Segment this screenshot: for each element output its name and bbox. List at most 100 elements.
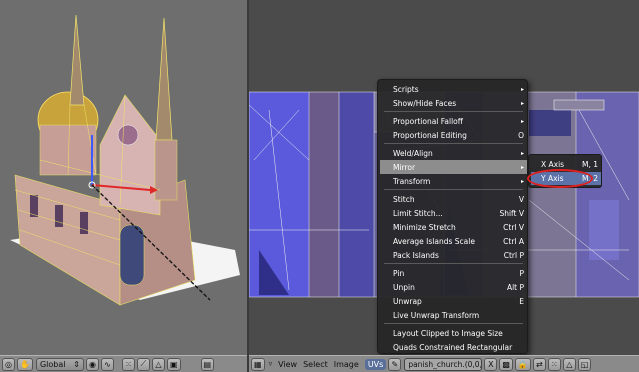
menu-item-unpin[interactable]: Unpin Alt P <box>380 280 527 294</box>
editor-type-button[interactable]: ▦ <box>251 357 265 371</box>
menu-item-label: Minimize Stretch <box>393 222 456 232</box>
edge-icon: ⟋ <box>140 359 147 368</box>
updown-icon: ⇕ <box>73 359 80 369</box>
menu-item-pin[interactable]: Pin P <box>380 266 527 280</box>
uv-editor-header: ▦ ▿ View Select Image UVs ✎ panish_churc… <box>249 355 639 372</box>
submenu-arrow-icon: ▸ <box>520 117 524 125</box>
menu-item-layout-clipped-to-image-size[interactable]: Layout Clipped to Image Size <box>380 326 527 340</box>
menu-item-minimize-stretch[interactable]: Minimize Stretch Ctrl V <box>380 220 527 234</box>
menu-item-live-unwrap-transform[interactable]: Live Unwrap Transform <box>380 308 527 322</box>
vertex-select-mode[interactable]: ⁙ <box>121 357 135 371</box>
image-editor-icon: ▦ <box>254 359 262 369</box>
menu-item-label: Proportional Editing <box>393 130 467 140</box>
close-icon: X <box>488 359 494 369</box>
lock-button[interactable]: 🔒 <box>514 357 531 371</box>
menu-item-label: Live Unwrap Transform <box>393 310 480 320</box>
menu-uvs[interactable]: UVs <box>364 358 387 370</box>
uv-island-mode[interactable]: ◱ <box>577 357 592 371</box>
menu-item-label: Pack Islands <box>393 250 439 260</box>
edge-select-mode[interactable]: ⟋ <box>136 357 150 371</box>
falloff-icon: ∿ <box>104 359 111 369</box>
left-spire <box>69 14 85 106</box>
collapse-arrow-icon[interactable]: ▿ <box>269 360 273 368</box>
menu-item-scripts[interactable]: Scripts ▸ <box>380 82 527 96</box>
menu-item-label: Weld/Align <box>393 148 433 158</box>
render-button[interactable]: ▤ <box>200 357 215 371</box>
circle-dot-icon: ◎ <box>5 359 12 369</box>
lock-icon: 🔒 <box>517 359 528 369</box>
menu-item-label: Layout Clipped to Image Size <box>393 328 503 338</box>
menu-item-proportional-editing[interactable]: Proportional Editing O <box>380 128 527 142</box>
menu-item-limit-stitch[interactable]: Limit Stitch... Shift V <box>380 206 527 220</box>
layer-button[interactable]: ◉ <box>85 357 99 371</box>
menu-item-label: Average Islands Scale <box>393 236 475 246</box>
proportional-edit-button[interactable]: ∿ <box>100 357 114 371</box>
menu-item-transform[interactable]: Transform ▸ <box>380 174 527 188</box>
menu-item-proportional-falloff[interactable]: Proportional Falloff ▸ <box>380 114 527 128</box>
menu-item-label: Proportional Falloff <box>393 116 463 126</box>
menu-item-show-hide-faces[interactable]: Show/Hide Faces ▸ <box>380 96 527 110</box>
package-icon: ▩ <box>502 359 510 369</box>
occlude-geometry-button[interactable]: ▣ <box>166 357 181 371</box>
church-gable <box>99 94 161 216</box>
menu-item-label: Mirror <box>393 162 416 172</box>
menu-image[interactable]: Image <box>334 360 359 369</box>
menu-item-label: Unpin <box>393 282 415 292</box>
menu-item-unwrap[interactable]: Unwrap E <box>380 294 527 308</box>
menu-item-label: Scripts <box>393 84 419 94</box>
menu-item-label: Unwrap <box>393 296 422 306</box>
submenu-arrow-icon: ▸ <box>520 149 524 157</box>
menu-item-label: Pin <box>393 268 405 278</box>
pin-button[interactable]: ✎ <box>388 357 402 371</box>
3d-viewport[interactable] <box>0 0 247 355</box>
hand-icon: ✋ <box>20 359 30 369</box>
orientation-select[interactable]: Global ⇕ <box>35 357 84 371</box>
submenu-item-shortcut: M, 1 <box>581 160 598 169</box>
menu-item-shortcut: Alt P <box>506 282 524 292</box>
3d-view-header: ◎ ✋ Global ⇕ ◉ ∿ ⁙ ⟋ △ ▣ ▤ <box>0 355 247 372</box>
face-icon: △ <box>155 359 162 369</box>
image-pack-button[interactable]: ▩ <box>499 357 513 371</box>
face-sync-button[interactable]: ⇄ <box>532 357 546 371</box>
render-icon: ▤ <box>203 359 212 369</box>
menu-item-shortcut: Ctrl V <box>503 222 524 232</box>
face-icon: △ <box>566 359 573 369</box>
menu-item-label: Stitch <box>393 194 415 204</box>
target-icon: ◉ <box>88 359 96 369</box>
uv-vertex-mode[interactable]: ⁙ <box>547 357 561 371</box>
menu-select[interactable]: Select <box>303 360 328 369</box>
church-door <box>119 224 145 286</box>
face-select-mode[interactable]: △ <box>151 357 165 371</box>
image-name-field[interactable]: panish_church.(0,0,4 <box>404 357 483 371</box>
sync-icon: ⇄ <box>535 359 543 369</box>
menu-item-pack-islands[interactable]: Pack Islands Ctrl P <box>380 248 527 262</box>
menu-item-weld-align[interactable]: Weld/Align ▸ <box>380 146 527 160</box>
menu-item-label: Limit Stitch... <box>393 208 443 218</box>
menu-view[interactable]: View <box>278 360 297 369</box>
unlink-image-button[interactable]: X <box>484 357 498 371</box>
transform-widget-toggle[interactable]: ✋ <box>17 357 33 371</box>
uv-face-mode[interactable]: △ <box>562 357 576 371</box>
menu-item-stitch[interactable]: Stitch V <box>380 192 527 206</box>
pivot-point-button[interactable]: ◎ <box>2 357 15 371</box>
menu-item-shortcut: V <box>518 194 524 204</box>
menu-item-shortcut: P <box>519 268 524 278</box>
menu-item-label: Transform <box>393 176 431 186</box>
submenu-arrow-icon: ▸ <box>520 99 524 107</box>
annotation-circle <box>527 169 593 188</box>
orientation-label: Global <box>39 359 66 369</box>
pin-icon: ✎ <box>391 359 399 369</box>
menu-item-quads-constrained-rectangular[interactable]: Quads Constrained Rectangular <box>380 340 527 354</box>
submenu-arrow-icon: ▸ <box>520 163 524 171</box>
menu-item-shortcut: Ctrl P <box>503 250 524 260</box>
church-model-render <box>10 14 240 306</box>
blender-window: Scripts ▸ Show/Hide Faces ▸ Proportional Fal… <box>0 0 639 372</box>
image-name-text: panish_church.(0,0,4 <box>408 359 483 369</box>
menu-separator <box>384 143 523 144</box>
menu-item-label: Quads Constrained Rectangular <box>393 342 513 352</box>
menu-item-label: Show/Hide Faces <box>393 98 457 108</box>
menu-item-average-islands-scale[interactable]: Average Islands Scale Ctrl A <box>380 234 527 248</box>
menu-separator <box>384 323 523 324</box>
menu-item-shortcut: E <box>519 296 524 306</box>
menu-item-mirror[interactable]: Mirror ▸ <box>380 160 527 174</box>
